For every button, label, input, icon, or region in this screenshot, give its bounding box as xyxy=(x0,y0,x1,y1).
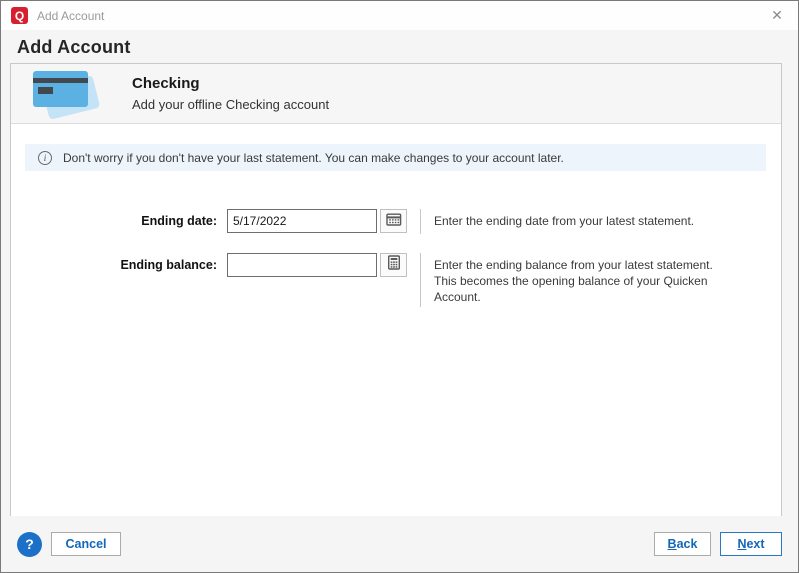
statement-form: Ending date: xyxy=(11,209,781,307)
back-button[interactable]: Back xyxy=(654,532,711,556)
titlebar: Q Add Account ✕ xyxy=(1,1,798,30)
divider xyxy=(420,253,421,307)
ending-balance-label: Ending balance: xyxy=(11,253,217,272)
account-type-title: Checking xyxy=(132,75,329,92)
divider xyxy=(420,209,421,234)
credit-card-icon xyxy=(32,68,98,120)
next-button[interactable]: Next xyxy=(720,532,782,556)
close-icon[interactable]: ✕ xyxy=(760,1,794,30)
calendar-icon xyxy=(386,212,402,231)
ending-balance-help: Enter the ending balance from your lates… xyxy=(434,253,734,306)
ending-date-label: Ending date: xyxy=(11,209,217,228)
ending-date-input[interactable] xyxy=(227,209,377,233)
add-account-dialog: Q Add Account ✕ Add Account Checking Add… xyxy=(0,0,799,573)
calculator-button[interactable] xyxy=(380,253,407,277)
help-icon[interactable]: ? xyxy=(17,532,42,557)
info-banner: i Don't worry if you don't have your las… xyxy=(25,144,766,171)
account-type-subtitle: Add your offline Checking account xyxy=(132,97,329,112)
dialog-footer: ? Cancel Back Next xyxy=(1,516,798,572)
calculator-icon xyxy=(387,255,401,275)
ending-balance-row: Ending balance: xyxy=(11,253,781,307)
ending-balance-input[interactable] xyxy=(227,253,377,277)
window-title: Add Account xyxy=(37,9,760,23)
ending-date-help: Enter the ending date from your latest s… xyxy=(434,209,734,229)
content-panel: Checking Add your offline Checking accou… xyxy=(10,63,782,517)
info-banner-text: Don't worry if you don't have your last … xyxy=(63,151,564,165)
quicken-app-icon: Q xyxy=(11,7,28,24)
calendar-button[interactable] xyxy=(380,209,407,233)
info-circle-icon: i xyxy=(38,151,52,165)
ending-date-row: Ending date: xyxy=(11,209,781,234)
account-type-header: Checking Add your offline Checking accou… xyxy=(11,64,781,124)
cancel-button[interactable]: Cancel xyxy=(51,532,121,556)
page-title: Add Account xyxy=(1,30,798,66)
